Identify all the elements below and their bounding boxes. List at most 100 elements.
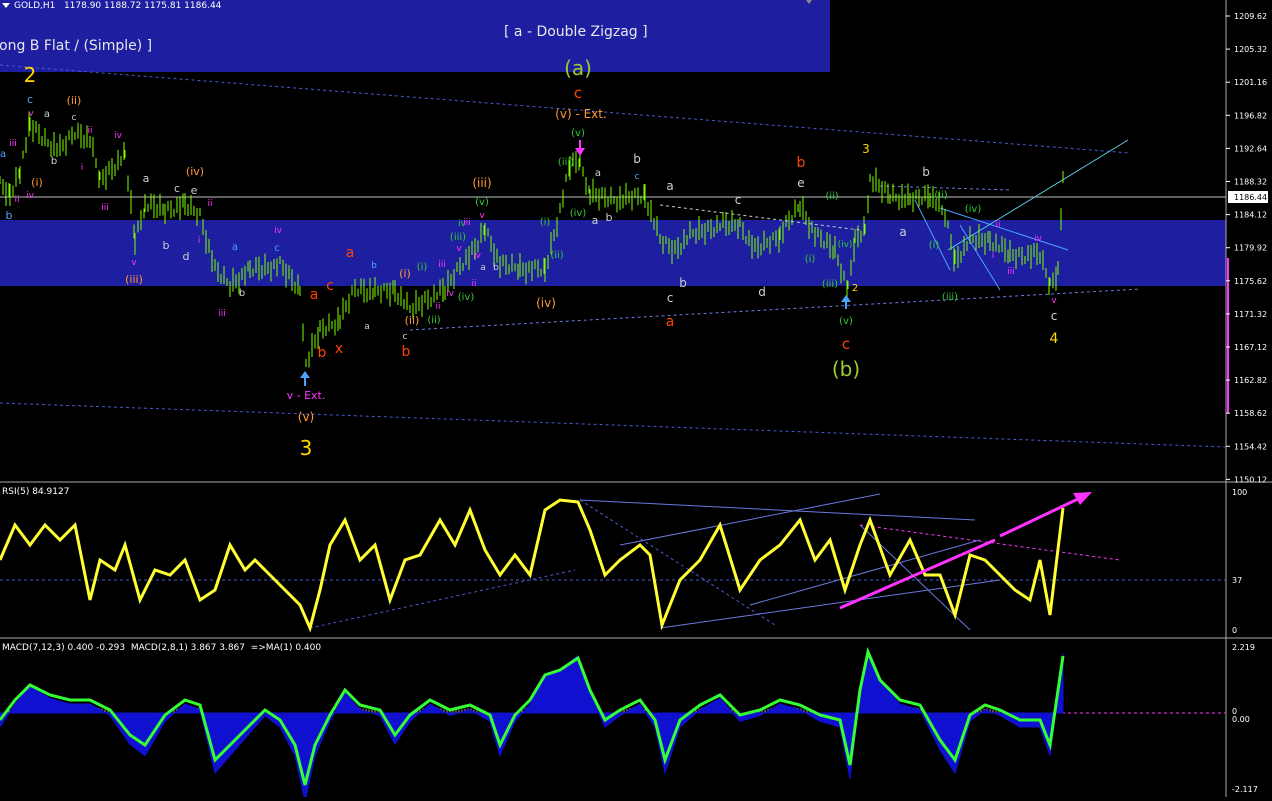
- wave-label: (ii): [825, 191, 838, 202]
- wave-label: iv: [114, 131, 123, 141]
- wave-label: c: [174, 182, 180, 195]
- wave-label: (ii): [427, 315, 440, 326]
- price-axis[interactable]: 1209.62 1205.32 1201.16 1196.82 1192.64 1188.…: [1226, 12, 1267, 484]
- wave-label: iv: [26, 191, 35, 201]
- wave-label: 3: [300, 436, 313, 460]
- wave-label: d: [183, 250, 190, 263]
- wave-label: a: [232, 242, 238, 253]
- price-tick-label: 1162.82: [1234, 376, 1267, 385]
- symbol-header-text: GOLD,H1 1178.90 1188.72 1175.81 1186.44: [14, 1, 222, 11]
- wave-label: x: [335, 341, 343, 357]
- wave-label: c: [842, 335, 850, 353]
- macd-tick-label: 2.219: [1232, 643, 1255, 652]
- wave-label: v: [456, 244, 462, 254]
- price-tick-label: 1188.32: [1234, 178, 1267, 187]
- rsi-magenta-trendline: [839, 538, 996, 610]
- macd-axis[interactable]: 2.21900.00-2.117: [1232, 643, 1258, 794]
- wave-label: (i): [540, 217, 551, 228]
- wave-label: b: [493, 263, 499, 273]
- wave-label: 4: [1050, 331, 1059, 347]
- wave-label: v: [479, 211, 485, 221]
- wave-label: c: [574, 84, 582, 102]
- rsi-series: [0, 498, 1065, 633]
- wave-label: i: [81, 163, 84, 173]
- price-tick-label: 1192.64: [1234, 144, 1267, 153]
- wave-label: (iii): [450, 232, 466, 243]
- wave-label: (iv): [965, 204, 982, 215]
- wave-label: c: [27, 93, 33, 106]
- wave-label: ii: [14, 195, 19, 205]
- wave-label: a: [592, 214, 599, 227]
- wave-label: (ii): [405, 314, 420, 327]
- wave-label: (i): [929, 240, 940, 251]
- wave-label: a: [666, 314, 675, 330]
- wave-label: (ii): [67, 94, 82, 107]
- wave-label: (i): [31, 176, 43, 189]
- rsi-trend-line: [309, 569, 576, 629]
- wave-label: iii: [101, 203, 109, 213]
- wave-label: b: [6, 209, 13, 222]
- wave-label: a: [44, 109, 50, 120]
- wave-label: (iv): [458, 292, 475, 303]
- wave-label: e: [191, 184, 198, 197]
- wave-label: ii: [435, 302, 440, 312]
- wave-label: b: [51, 156, 57, 167]
- dropdown-icon[interactable]: [2, 3, 10, 8]
- wave-label: ii: [995, 220, 1000, 230]
- rsi-trend-line: [579, 499, 776, 626]
- wave-label: d: [758, 285, 766, 299]
- rsi-arrow-line: [999, 497, 1079, 538]
- wave-label: a: [0, 149, 6, 160]
- wave-label: 2: [24, 63, 37, 87]
- wave-label: b: [922, 165, 930, 179]
- wave-label: (i): [805, 254, 816, 265]
- wave-label: a: [480, 263, 486, 273]
- chart-canvas[interactable]: 2cv(ii)caiiiiiii ivb(i)iviiiiabac e(iv)iib…: [0, 0, 1272, 801]
- wave-label: b: [371, 261, 377, 271]
- price-tick-label: 1201.16: [1234, 78, 1267, 87]
- wave-label: b: [797, 155, 806, 171]
- wave-label: (i): [399, 267, 411, 280]
- wave-label: (iii): [558, 157, 574, 168]
- wave-label: (iv): [570, 208, 587, 219]
- rsi-trend-line: [619, 493, 881, 546]
- wave-label: b: [606, 211, 613, 224]
- wave-label: c: [403, 332, 408, 342]
- wave-label: v: [28, 109, 34, 119]
- wave-label: 2: [852, 283, 858, 294]
- wave-label: c: [1051, 309, 1058, 323]
- price-tick-label: 1154.42: [1234, 442, 1267, 451]
- wave-label: (b): [832, 357, 860, 381]
- wave-label: c: [635, 172, 640, 182]
- wave-label: b: [318, 345, 327, 361]
- chart-window[interactable]: 2 c v (ii) c a ii iii ii iv b (i) iv i iii a b a c e (iv) ii b…: [0, 0, 1272, 801]
- wave-label: iii: [463, 218, 471, 228]
- price-tick-label: 1179.92: [1234, 244, 1267, 253]
- wave-label: iii: [9, 139, 17, 149]
- wave-label: (iii): [125, 273, 143, 286]
- wave-label: ii: [207, 199, 212, 209]
- price-tick-label: 1175.62: [1234, 277, 1267, 286]
- wave-label: c: [326, 278, 334, 294]
- wave-label: a: [899, 225, 906, 239]
- wave-label: (v) - Ext.: [555, 107, 607, 121]
- annotation-left: ong B Flat / (Simple) ]: [0, 38, 153, 54]
- wave-label: iv: [1034, 234, 1043, 244]
- wave-label: ii: [87, 126, 92, 136]
- wave-label: v: [131, 258, 137, 268]
- price-tick-label: 1171.32: [1234, 310, 1267, 319]
- wave-label: (iii): [942, 292, 958, 303]
- symbol-header[interactable]: GOLD,H1 1178.90 1188.72 1175.81 1186.44: [2, 1, 221, 11]
- rsi-label[interactable]: RSI(5) 84.9127: [2, 487, 69, 497]
- wave-label: a: [143, 172, 150, 185]
- wave-label: b: [163, 239, 170, 252]
- wave-label: iv: [473, 251, 482, 261]
- price-tick-label: 1209.62: [1234, 12, 1267, 21]
- wave-label: (i): [417, 262, 428, 273]
- annotation-right: [ a - Double Zigzag ]: [504, 24, 648, 40]
- macd-label[interactable]: MACD(7,12,3) 0.400 -0.293 MACD(2,8,1) 3.…: [2, 643, 321, 653]
- wave-label: ii: [471, 279, 476, 289]
- wave-label: iv: [446, 289, 455, 299]
- rsi-axis[interactable]: 100 37 0: [1232, 488, 1247, 635]
- wave-label: a: [595, 168, 601, 179]
